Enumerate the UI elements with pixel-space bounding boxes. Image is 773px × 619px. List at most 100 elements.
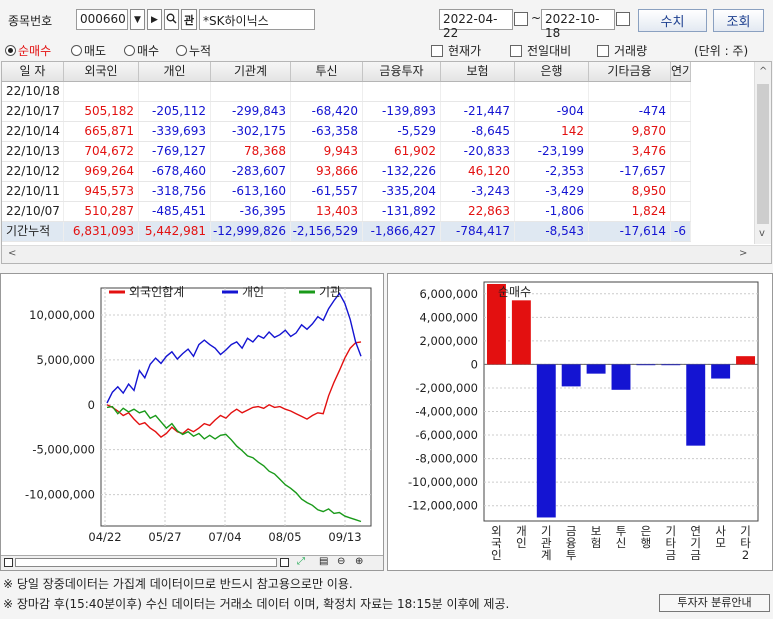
radio-icon: [71, 45, 82, 56]
value-cell: [211, 82, 291, 101]
scroll-thumb[interactable]: [757, 84, 769, 224]
zoom-fit-icon[interactable]: ⤢: [297, 556, 305, 567]
values-button[interactable]: 수치: [638, 9, 707, 32]
radio-sell[interactable]: 매도: [71, 42, 106, 59]
scroll-left-icon[interactable]: <: [8, 248, 16, 259]
calendar-icon[interactable]: [514, 12, 528, 26]
date-cell: 22/10/17: [2, 102, 64, 121]
value-cell: -485,451: [139, 202, 211, 221]
triangle-down-icon: ▼: [134, 14, 141, 25]
end-date-input[interactable]: 2022-10-18: [541, 9, 615, 40]
value-cell: [671, 162, 691, 181]
column-header[interactable]: 보험: [441, 62, 515, 81]
investor-guide-button[interactable]: 투자자 분류안내: [659, 594, 770, 612]
value-cell: [671, 122, 691, 141]
table-row[interactable]: 22/10/17 505,182 -205,112 -299,843 -68,420 -1…: [2, 102, 691, 122]
scroll-up-icon[interactable]: ^: [759, 66, 767, 77]
start-date-input[interactable]: 2022-04-22: [439, 9, 513, 40]
calendar-icon[interactable]: [616, 12, 630, 26]
value-cell: -283,607: [211, 162, 291, 181]
total-row[interactable]: 기간누적 6,831,093 5,442,981 -12,999,826 -2,156,…: [2, 222, 691, 242]
column-header[interactable]: 기타금융: [589, 62, 671, 81]
bar-chart-title: 순매수: [498, 285, 531, 299]
chart-scroll-start[interactable]: [4, 558, 13, 567]
code-dropdown-button[interactable]: ▼: [130, 9, 145, 30]
zoom-out-icon[interactable]: ⊖: [337, 556, 345, 567]
value-cell: [671, 82, 691, 101]
date-cell: 22/10/07: [2, 202, 64, 221]
value-cell: -68,420: [291, 102, 363, 121]
chart-scroll-end[interactable]: [280, 558, 289, 567]
vertical-scrollbar[interactable]: ^ v: [754, 62, 771, 244]
value-cell: [671, 202, 691, 221]
column-header[interactable]: 은행: [515, 62, 589, 81]
column-header[interactable]: 투신: [291, 62, 363, 81]
table-row[interactable]: 22/10/13 704,672 -769,127 78,368 9,943 61,902…: [2, 142, 691, 162]
value-cell: -205,112: [139, 102, 211, 121]
table-row[interactable]: 22/10/12 969,264 -678,460 -283,607 93,866 -13…: [2, 162, 691, 182]
next-code-button[interactable]: ▶: [147, 9, 162, 30]
radio-icon: [5, 45, 16, 56]
column-header[interactable]: 금융투자: [363, 62, 441, 81]
bar: [536, 364, 556, 518]
column-header[interactable]: 연기: [671, 62, 691, 81]
value-cell: -318,756: [139, 182, 211, 201]
value-cell: 6,831,093: [64, 222, 139, 241]
related-button[interactable]: 관: [181, 9, 197, 30]
plot-area: [100, 287, 372, 527]
table-row[interactable]: 22/10/18: [2, 82, 691, 102]
value-cell: -139,893: [363, 102, 441, 121]
bar: [686, 364, 706, 446]
table-row[interactable]: 22/10/14 665,871 -339,693 -302,175 -63,358 -5…: [2, 122, 691, 142]
value-cell: 9,870: [589, 122, 671, 141]
value-cell: [139, 82, 211, 101]
column-header[interactable]: 기관계: [211, 62, 291, 81]
radio-icon: [176, 45, 187, 56]
radio-buy[interactable]: 매수: [124, 42, 159, 59]
chart-scroll-track[interactable]: [15, 558, 277, 567]
date-cell: 22/10/12: [2, 162, 64, 181]
value-cell: 78,368: [211, 142, 291, 161]
x-tick-label: 08/05: [268, 530, 301, 544]
zoom-in-icon[interactable]: ⊕: [355, 556, 363, 567]
value-cell: 969,264: [64, 162, 139, 181]
column-header[interactable]: 개인: [139, 62, 211, 81]
value-cell: -678,460: [139, 162, 211, 181]
value-cell: [671, 182, 691, 201]
legend-label: 외국인합계: [129, 285, 184, 299]
scroll-right-icon[interactable]: >: [739, 248, 747, 259]
value-cell: 5,442,981: [139, 222, 211, 241]
value-cell: -2,156,529: [291, 222, 363, 241]
table-row[interactable]: 22/10/11 945,573 -318,756 -613,160 -61,557 -3…: [2, 182, 691, 202]
category-label: 외국인: [491, 524, 502, 562]
date-range-separator: ~: [531, 11, 542, 25]
scroll-down-icon[interactable]: v: [759, 228, 765, 239]
radio-net-buy[interactable]: 순매수: [5, 42, 51, 59]
horizontal-scrollbar[interactable]: < >: [2, 245, 771, 263]
check-current-price[interactable]: 현재가: [431, 42, 481, 59]
table-row[interactable]: 22/10/07 510,287 -485,451 -36,395 13,403 -131…: [2, 202, 691, 222]
y-tick-label: -2,000,000: [415, 381, 478, 395]
value-cell: 945,573: [64, 182, 139, 201]
column-header[interactable]: 일 자: [2, 62, 64, 81]
check-prev-day[interactable]: 전일대비: [510, 42, 571, 59]
code-search-button[interactable]: [164, 9, 179, 30]
search-icon: [166, 13, 177, 27]
value-cell: [64, 82, 139, 101]
category-label: 개인: [516, 524, 527, 550]
radio-cumulative[interactable]: 누적: [176, 42, 211, 59]
x-tick-label: 05/27: [148, 530, 181, 544]
query-button[interactable]: 조회: [713, 9, 764, 32]
check-volume[interactable]: 거래량: [597, 42, 647, 59]
chart-scrollbar[interactable]: ⤢ ▤ ⊖ ⊕: [1, 555, 383, 570]
value-cell: 13,403: [291, 202, 363, 221]
checkbox-icon: [431, 44, 443, 57]
category-label: 금융투: [566, 524, 577, 562]
net-buy-bar-panel: 6,000,000 4,000,000 2,000,000 0 -2,000,000 -4…: [387, 273, 773, 571]
toolbar: 종목번호 000660 ▼ ▶ 관 *SK하이닉스 2022-04-22 ~ 2…: [0, 0, 773, 40]
print-icon[interactable]: ▤: [319, 556, 328, 567]
bar: [661, 364, 681, 366]
column-header[interactable]: 외국인: [64, 62, 139, 81]
stock-code-input[interactable]: 000660: [76, 9, 128, 30]
value-cell: -904: [515, 102, 589, 121]
